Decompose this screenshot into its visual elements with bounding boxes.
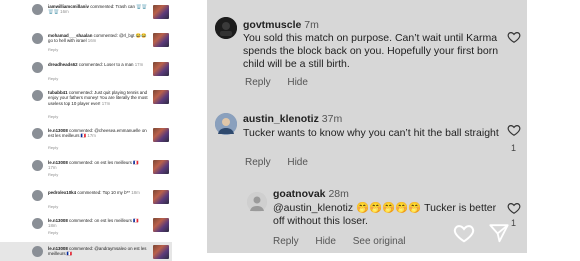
comments-panel: govtmuscle 7m You sold this match on pur… [207, 0, 527, 253]
avatar[interactable] [32, 246, 43, 257]
reply-link[interactable]: Reply [48, 47, 58, 52]
avatar[interactable] [32, 90, 43, 101]
mention-link[interactable]: @austin_klenotiz [273, 202, 353, 214]
reply-link[interactable]: Reply [48, 76, 58, 81]
notification-time: 16m [87, 38, 97, 44]
notification-item[interactable]: le.n13008 commented: on est les meilleur… [0, 218, 172, 240]
notification-username[interactable]: le.n13008 [48, 128, 68, 133]
reply-link[interactable]: Reply [48, 172, 58, 177]
comment-text: You sold this match on purpose. Can’t wa… [243, 32, 499, 70]
comment-username[interactable]: goatnovak [273, 188, 326, 200]
avatar[interactable] [32, 218, 43, 229]
avatar[interactable] [32, 4, 43, 15]
notification-message: Loser to a man [104, 62, 134, 67]
comment-time: 37m [321, 113, 343, 125]
like-heart-icon[interactable] [453, 222, 475, 244]
hide-button[interactable]: Hide [287, 157, 308, 168]
notification-action: commented: [78, 62, 103, 67]
notification-username[interactable]: pedrolex10k4 [48, 190, 76, 195]
comment: austin_klenotiz 37m Tucker wants to know… [207, 100, 527, 180]
notification-username[interactable]: le.n13008 [48, 160, 68, 165]
reply-button[interactable]: Reply [245, 157, 271, 168]
like-heart-icon[interactable] [507, 30, 521, 44]
emoji-group: 🤭🤭🤭🤭🤭 [356, 202, 422, 214]
notification-action: commented: [69, 218, 94, 223]
notification-username[interactable]: le.n13008 [48, 246, 68, 251]
reply-comment: goatnovak 28m @austin_klenotiz 🤭🤭🤭🤭🤭 Tuc… [207, 180, 527, 253]
post-thumbnail[interactable] [153, 90, 169, 104]
avatar[interactable] [32, 160, 43, 171]
like-heart-icon[interactable] [507, 123, 521, 137]
notification-username[interactable]: le.n13008 [48, 218, 68, 223]
comment-username[interactable]: austin_klenotiz [243, 113, 319, 125]
post-thumbnail[interactable] [153, 160, 169, 174]
notification-item-selected[interactable]: le.n13008 commented: @andraymsaleo on es… [0, 242, 172, 261]
notification-time: 17m [87, 133, 96, 139]
notification-username[interactable]: tubabb41 [48, 90, 68, 95]
like-heart-icon[interactable] [507, 201, 521, 215]
notification-action: commented: [69, 128, 94, 133]
notification-time: 17m [134, 62, 144, 67]
notification-message: on est les meilleurs 🇫🇷 [94, 218, 139, 223]
see-original-button[interactable]: See original [353, 236, 406, 247]
notification-message: Top 10 my b** [102, 190, 132, 195]
post-thumbnail[interactable] [153, 245, 169, 259]
avatar[interactable] [215, 17, 237, 39]
notification-feed: iamwilliamcmillaniv commented: Trash can… [0, 0, 172, 261]
reply-link[interactable]: Reply [48, 145, 58, 150]
notification-username[interactable]: dreadheads62 [48, 62, 78, 67]
comment-time: 7m [304, 19, 319, 31]
comment-username[interactable]: govtmuscle [243, 19, 301, 31]
notification-action: commented: [93, 33, 118, 38]
reply-link[interactable]: Reply [48, 230, 58, 235]
hide-button[interactable]: Hide [287, 77, 308, 88]
notification-item[interactable]: tubabb41 commented: Just quit playing te… [0, 90, 172, 122]
avatar[interactable] [32, 33, 43, 44]
notification-time: 16m [60, 9, 69, 15]
reply-link[interactable]: Reply [48, 204, 58, 209]
notification-action: commented: [69, 160, 94, 165]
post-thumbnail[interactable] [153, 218, 169, 232]
notification-item[interactable]: pedrolex10k4 commented: Top 10 my b** 18… [0, 190, 172, 210]
avatar[interactable] [247, 192, 267, 212]
reply-button[interactable]: Reply [245, 77, 271, 88]
notification-item[interactable]: mohamad___shaalan commented: @rl_bgt 😂😂 … [0, 33, 172, 53]
notification-action: commented: [68, 90, 93, 95]
notification-action: commented: [69, 246, 94, 251]
comment: govtmuscle 7m You sold this match on pur… [207, 0, 527, 92]
notification-message: on est les meilleurs 🇫🇷 [94, 160, 139, 165]
notification-time: 17m [48, 165, 57, 171]
notification-action: commented: [77, 190, 102, 195]
avatar[interactable] [32, 62, 43, 73]
notification-item[interactable]: le.n13008 commented: @cheesea.emmanuelle… [0, 128, 172, 152]
notification-username[interactable]: mohamad___shaalan [48, 33, 92, 38]
notification-time: 17m [101, 100, 111, 106]
post-thumbnail[interactable] [153, 5, 169, 19]
post-thumbnail[interactable] [153, 128, 169, 142]
comment-text: Tucker wants to know why you can’t hit t… [243, 127, 499, 139]
reply-link[interactable]: Reply [48, 114, 58, 119]
comment-time: 28m [328, 188, 349, 200]
like-count: 1 [511, 218, 517, 228]
notification-item[interactable]: iamwilliamcmillaniv commented: Trash can… [0, 4, 172, 20]
post-thumbnail[interactable] [153, 190, 169, 204]
notification-action: commented: [90, 4, 115, 9]
like-count: 1 [511, 143, 517, 153]
notification-item[interactable]: le.n13008 commented: on est les meilleur… [0, 160, 172, 180]
post-thumbnail[interactable] [153, 33, 169, 47]
notification-username[interactable]: iamwilliamcmillaniv [48, 4, 89, 9]
notification-time: 18m [48, 223, 57, 229]
avatar[interactable] [32, 128, 43, 139]
notification-time: 18m [131, 190, 140, 195]
notification-item[interactable]: dreadheads62 commented: Loser to a man 1… [0, 62, 172, 82]
post-thumbnail[interactable] [153, 62, 169, 76]
avatar[interactable] [215, 113, 237, 135]
avatar[interactable] [32, 190, 43, 201]
share-send-icon[interactable] [488, 222, 510, 244]
reply-button[interactable]: Reply [273, 236, 299, 247]
hide-button[interactable]: Hide [315, 236, 336, 247]
